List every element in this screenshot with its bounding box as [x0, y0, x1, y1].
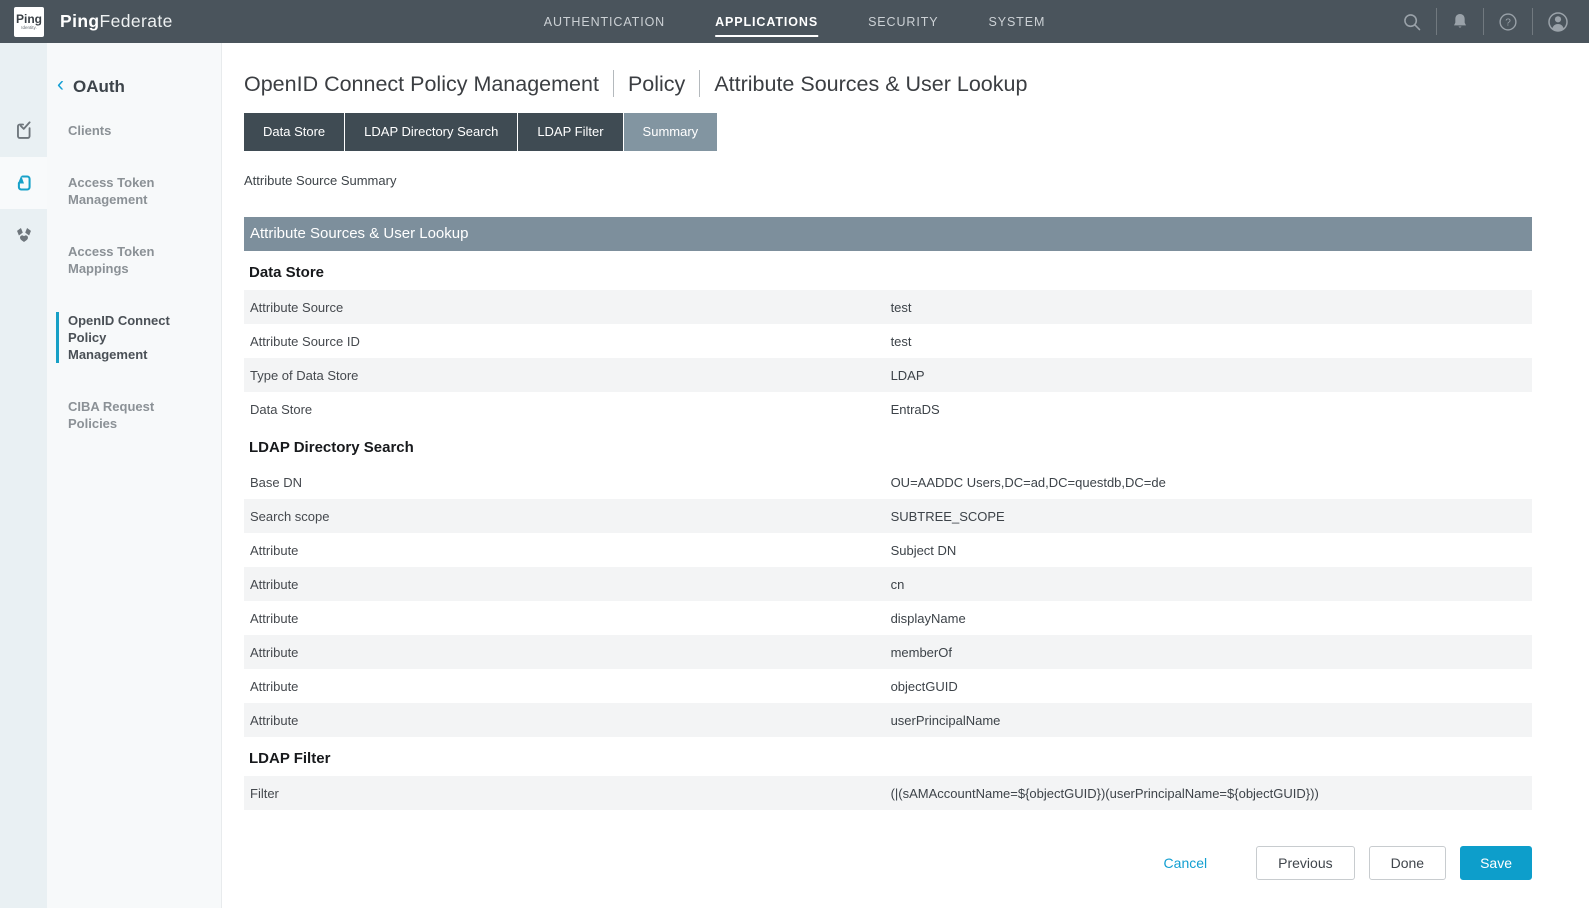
row-value: EntraDS — [891, 402, 940, 417]
breadcrumb-attribute-sources: Attribute Sources & User Lookup — [714, 72, 1027, 96]
row-label: Attribute — [244, 713, 891, 728]
tab-data-store[interactable]: Data Store — [244, 113, 344, 151]
row-label: Attribute Source ID — [244, 334, 891, 349]
breadcrumb-divider — [699, 70, 700, 97]
cancel-link[interactable]: Cancel — [1164, 855, 1208, 871]
rail-oauth-token-icon[interactable] — [0, 157, 47, 209]
row-value: (|(sAMAccountName=${objectGUID})(userPri… — [891, 786, 1319, 801]
nav-authentication[interactable]: AUTHENTICATION — [544, 7, 665, 37]
nav-security[interactable]: SECURITY — [868, 7, 938, 37]
table-row: Attribute Subject DN — [244, 533, 1532, 567]
row-value: memberOf — [891, 645, 952, 660]
notifications-bell-icon[interactable] — [1450, 11, 1470, 32]
sidebar-item-ciba-request-policies[interactable]: CIBA Request Policies — [56, 398, 181, 432]
sidebar: ‹ OAuth Clients Access Token Management … — [47, 43, 222, 908]
table-row: Search scope SUBTREE_SCOPE — [244, 499, 1532, 533]
sidebar-item-openid-connect-policy-management[interactable]: OpenID Connect Policy Management — [56, 312, 181, 363]
table-row: Attribute displayName — [244, 601, 1532, 635]
rail-federation-paw-icon[interactable] — [0, 209, 47, 261]
row-label: Attribute Source — [244, 300, 891, 315]
top-navigation-bar: Ping Identity. PingFederate AUTHENTICATI… — [0, 0, 1589, 43]
row-label: Attribute — [244, 611, 891, 626]
row-value: test — [891, 300, 912, 315]
breadcrumb-policy: Policy — [628, 72, 685, 96]
table-row: Type of Data Store LDAP — [244, 358, 1532, 392]
table-row: Attribute objectGUID — [244, 669, 1532, 703]
account-icon[interactable] — [1546, 10, 1570, 34]
tab-ldap-filter[interactable]: LDAP Filter — [518, 113, 622, 151]
row-value: LDAP — [891, 368, 925, 383]
wizard-tabs: Data Store LDAP Directory Search LDAP Fi… — [244, 113, 1532, 151]
row-value: displayName — [891, 611, 966, 626]
brand: Ping Identity. PingFederate — [14, 7, 173, 37]
row-value: cn — [891, 577, 905, 592]
row-label: Attribute — [244, 543, 891, 558]
product-title: PingFederate — [60, 11, 173, 32]
table-row: Attribute Source test — [244, 290, 1532, 324]
table-row: Filter (|(sAMAccountName=${objectGUID})(… — [244, 776, 1532, 810]
tab-summary[interactable]: Summary — [624, 113, 718, 151]
row-label: Search scope — [244, 509, 891, 524]
row-value: userPrincipalName — [891, 713, 1001, 728]
row-label: Attribute — [244, 577, 891, 592]
topbar-utilities: ? — [1388, 8, 1583, 35]
oauth-back-link[interactable]: ‹ OAuth — [57, 76, 221, 97]
divider — [1483, 8, 1484, 35]
breadcrumb-divider — [613, 70, 614, 97]
sidebar-item-access-token-management[interactable]: Access Token Management — [56, 174, 181, 208]
table-row: Data Store EntraDS — [244, 392, 1532, 426]
row-value: test — [891, 334, 912, 349]
row-value: Subject DN — [891, 543, 957, 558]
sidebar-menu: Clients Access Token Management Access T… — [47, 122, 221, 432]
logo-text: Ping — [16, 13, 42, 25]
table-row: Attribute cn — [244, 567, 1532, 601]
divider — [1436, 8, 1437, 35]
main-content: OpenID Connect Policy Management Policy At… — [222, 43, 1589, 908]
row-label: Type of Data Store — [244, 368, 891, 383]
nav-system[interactable]: SYSTEM — [988, 7, 1045, 37]
help-icon[interactable]: ? — [1497, 11, 1519, 33]
row-label: Base DN — [244, 475, 891, 490]
row-value: objectGUID — [891, 679, 958, 694]
row-label: Filter — [244, 786, 891, 801]
save-button[interactable]: Save — [1460, 846, 1532, 880]
rail-tasks-check-icon[interactable] — [0, 105, 47, 157]
section-heading-ldap-directory-search: LDAP Directory Search — [249, 439, 1532, 456]
breadcrumb-policy-management: OpenID Connect Policy Management — [244, 72, 599, 96]
table-row: Attribute userPrincipalName — [244, 703, 1532, 737]
summary-caption: Attribute Source Summary — [244, 173, 1532, 188]
done-button[interactable]: Done — [1369, 846, 1446, 880]
table-row: Base DN OU=AADDC Users,DC=ad,DC=questdb,… — [244, 465, 1532, 499]
row-label: Data Store — [244, 402, 891, 417]
previous-button[interactable]: Previous — [1256, 846, 1354, 880]
sidebar-section-title: OAuth — [73, 77, 125, 97]
table-row: Attribute Source ID test — [244, 324, 1532, 358]
row-value: SUBTREE_SCOPE — [891, 509, 1005, 524]
back-chevron-icon: ‹ — [57, 74, 64, 95]
page-title: OpenID Connect Policy Management Policy At… — [244, 72, 1532, 99]
sidebar-item-access-token-mappings[interactable]: Access Token Mappings — [56, 243, 181, 277]
logo-subtext: Identity. — [21, 25, 36, 30]
svg-text:?: ? — [1505, 17, 1511, 28]
action-bar: Cancel Previous Done Save — [244, 846, 1532, 880]
nav-applications[interactable]: APPLICATIONS — [715, 7, 818, 37]
divider — [1532, 8, 1533, 35]
ping-identity-logo[interactable]: Ping Identity. — [14, 7, 44, 37]
tab-ldap-directory-search[interactable]: LDAP Directory Search — [345, 113, 517, 151]
row-label: Attribute — [244, 645, 891, 660]
sidebar-icon-rail — [0, 43, 47, 908]
section-heading-data-store: Data Store — [249, 264, 1532, 281]
panel-header: Attribute Sources & User Lookup — [244, 217, 1532, 251]
row-label: Attribute — [244, 679, 891, 694]
table-row: Attribute memberOf — [244, 635, 1532, 669]
section-heading-ldap-filter: LDAP Filter — [249, 750, 1532, 767]
search-icon[interactable] — [1401, 11, 1423, 33]
row-value: OU=AADDC Users,DC=ad,DC=questdb,DC=de — [891, 475, 1166, 490]
sidebar-item-clients[interactable]: Clients — [56, 122, 181, 139]
primary-nav: AUTHENTICATION APPLICATIONS SECURITY SYS… — [519, 0, 1071, 43]
